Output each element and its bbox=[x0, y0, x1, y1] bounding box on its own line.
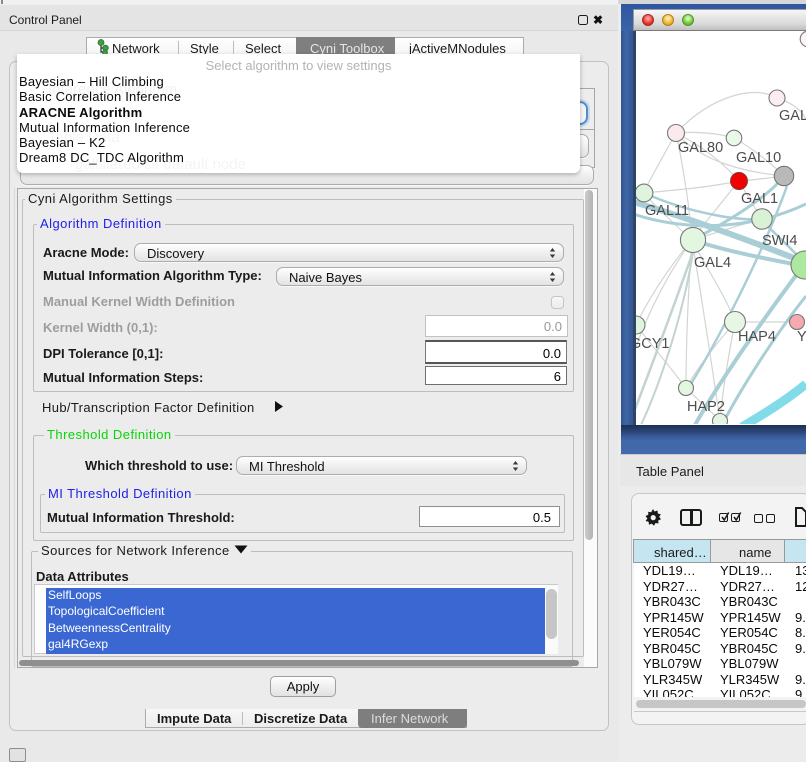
svg-text:GAL1: GAL1 bbox=[741, 191, 778, 207]
svg-text:GAL4: GAL4 bbox=[694, 255, 731, 271]
svg-text:HAP2: HAP2 bbox=[687, 399, 725, 415]
svg-text:GAL80: GAL80 bbox=[678, 140, 723, 156]
svg-text:SWI4: SWI4 bbox=[762, 233, 797, 249]
svg-text:GAL: GAL bbox=[779, 108, 806, 124]
svg-text:GAL10: GAL10 bbox=[736, 150, 781, 166]
svg-text:Y: Y bbox=[797, 329, 806, 345]
svg-text:GCY1: GCY1 bbox=[636, 336, 670, 352]
svg-text:GAL11: GAL11 bbox=[645, 203, 689, 219]
svg-text:HAP4: HAP4 bbox=[738, 329, 776, 345]
